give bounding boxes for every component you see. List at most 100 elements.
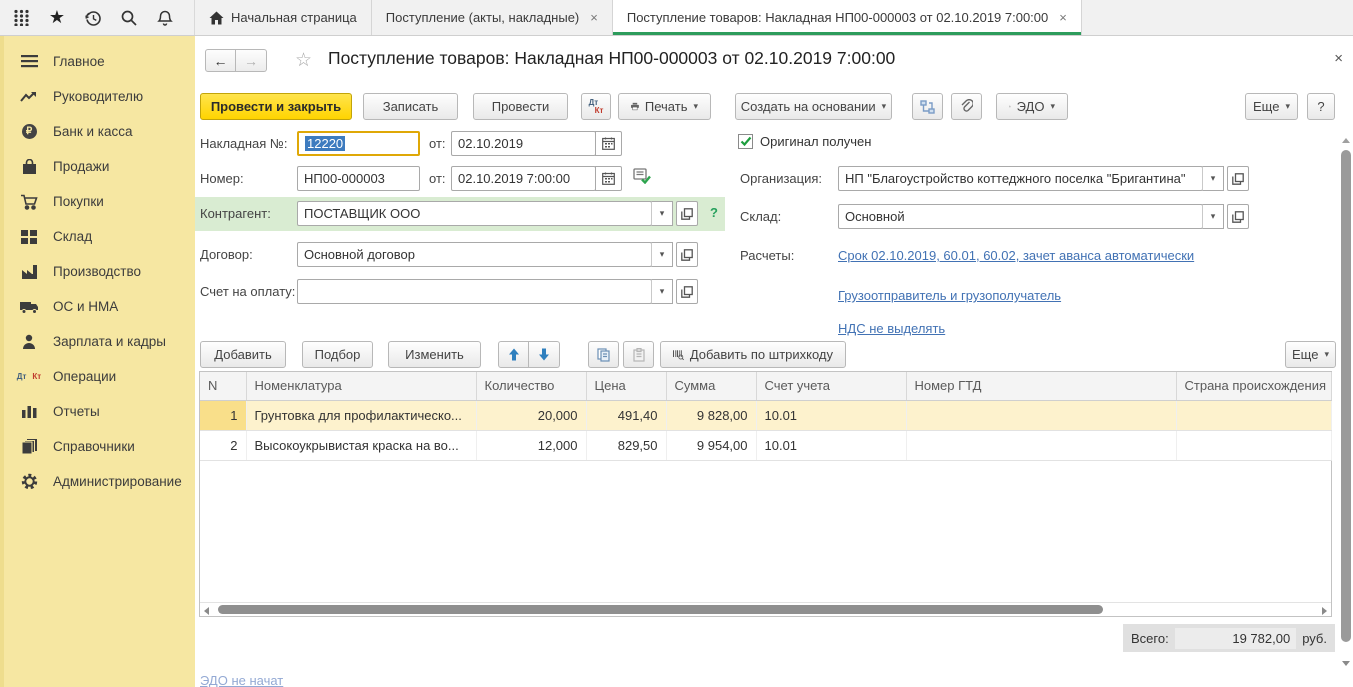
add-row-button[interactable]: Добавить bbox=[200, 341, 286, 368]
cell-account[interactable]: 10.01 bbox=[756, 400, 906, 430]
cell-n[interactable]: 1 bbox=[200, 400, 246, 430]
col-header-qty[interactable]: Количество bbox=[476, 372, 586, 400]
document-number-input[interactable]: НП00-000003 bbox=[297, 166, 420, 191]
organization-input[interactable]: НП "Благоустройство коттеджного поселка … bbox=[838, 166, 1203, 191]
sidebar-item-sales[interactable]: Продажи bbox=[4, 149, 195, 184]
cell-nomenclature[interactable]: Высокоукрывистая краска на во... bbox=[246, 430, 476, 460]
cell-qty[interactable]: 20,000 bbox=[476, 400, 586, 430]
vertical-scrollbar[interactable] bbox=[1339, 136, 1353, 666]
items-more-button[interactable]: Еще▾ bbox=[1285, 341, 1336, 368]
calendar-button[interactable] bbox=[595, 131, 622, 156]
notifications-bell-icon[interactable] bbox=[154, 7, 176, 29]
contractor-open-button[interactable] bbox=[676, 201, 698, 226]
sidebar-item-main[interactable]: Главное bbox=[4, 44, 195, 79]
post-button[interactable]: Провести bbox=[473, 93, 568, 120]
favorites-icon[interactable]: ★ bbox=[46, 7, 68, 29]
cell-gtd[interactable] bbox=[906, 400, 1176, 430]
dtkt-postings-button[interactable]: ДтКт bbox=[581, 93, 611, 120]
cell-nomenclature[interactable]: Грунтовка для профилактическо... bbox=[246, 400, 476, 430]
scroll-right-icon[interactable] bbox=[1322, 607, 1327, 615]
sidebar-item-reports[interactable]: Отчеты bbox=[4, 394, 195, 429]
sidebar-item-payroll-hr[interactable]: Зарплата и кадры bbox=[4, 324, 195, 359]
scroll-up-icon[interactable] bbox=[1342, 138, 1350, 143]
help-button[interactable]: ? bbox=[1307, 93, 1335, 120]
vat-link[interactable]: НДС не выделять bbox=[838, 321, 945, 336]
cell-price[interactable]: 491,40 bbox=[586, 400, 666, 430]
cell-sum[interactable]: 9 954,00 bbox=[666, 430, 756, 460]
table-row[interactable]: 1 Грунтовка для профилактическо... 20,00… bbox=[200, 400, 1331, 430]
horizontal-scroll-thumb[interactable] bbox=[218, 605, 1103, 614]
calendar-button[interactable] bbox=[595, 166, 622, 191]
col-header-sum[interactable]: Сумма bbox=[666, 372, 756, 400]
col-header-gtd[interactable]: Номер ГТД bbox=[906, 372, 1176, 400]
tab-goods-receipt-document[interactable]: Поступление товаров: Накладная НП00-0000… bbox=[613, 0, 1082, 35]
copy-rows-button[interactable] bbox=[588, 341, 619, 368]
original-received-checkbox[interactable]: Оригинал получен bbox=[738, 134, 871, 149]
cell-n[interactable]: 2 bbox=[200, 430, 246, 460]
forward-button[interactable]: → bbox=[236, 49, 267, 72]
paste-rows-button[interactable] bbox=[623, 341, 654, 368]
contract-open-button[interactable] bbox=[676, 242, 698, 267]
pick-button[interactable]: Подбор bbox=[302, 341, 373, 368]
cell-country[interactable] bbox=[1176, 430, 1331, 460]
scroll-left-icon[interactable] bbox=[204, 607, 209, 615]
col-header-n[interactable]: N bbox=[200, 372, 246, 400]
related-documents-button[interactable] bbox=[912, 93, 943, 120]
more-button[interactable]: Еще▾ bbox=[1245, 93, 1298, 120]
payment-invoice-input[interactable] bbox=[297, 279, 652, 304]
cell-account[interactable]: 10.01 bbox=[756, 430, 906, 460]
sidebar-item-purchases[interactable]: Покупки bbox=[4, 184, 195, 219]
sidebar-item-production[interactable]: Производство bbox=[4, 254, 195, 289]
sidebar-item-administration[interactable]: Администрирование bbox=[4, 464, 195, 499]
invoice-date-input[interactable]: 02.10.2019 bbox=[451, 131, 596, 156]
col-header-nomenclature[interactable]: Номенклатура bbox=[246, 372, 476, 400]
organization-open-button[interactable] bbox=[1227, 166, 1249, 191]
tab-receipts-list[interactable]: Поступление (акты, накладные) × bbox=[372, 0, 613, 35]
save-button[interactable]: Записать bbox=[363, 93, 458, 120]
favorite-star-icon[interactable]: ☆ bbox=[295, 49, 312, 72]
organization-dropdown-button[interactable]: ▾ bbox=[1202, 166, 1224, 191]
col-header-price[interactable]: Цена bbox=[586, 372, 666, 400]
sidebar-item-manager[interactable]: Руководителю bbox=[4, 79, 195, 114]
app-menu-icon[interactable] bbox=[10, 7, 32, 29]
invoice-number-input[interactable]: 12220 bbox=[297, 131, 420, 156]
edit-button[interactable]: Изменить bbox=[388, 341, 481, 368]
edo-status-link[interactable]: ЭДО не начат bbox=[200, 673, 283, 687]
document-datetime-input[interactable]: 02.10.2019 7:00:00 bbox=[451, 166, 596, 191]
move-up-button[interactable] bbox=[498, 341, 529, 368]
cell-qty[interactable]: 12,000 bbox=[476, 430, 586, 460]
sidebar-item-warehouse[interactable]: Склад bbox=[4, 219, 195, 254]
col-header-country[interactable]: Страна происхождения bbox=[1176, 372, 1331, 400]
contract-input[interactable]: Основной договор bbox=[297, 242, 652, 267]
contract-dropdown-button[interactable]: ▾ bbox=[651, 242, 673, 267]
close-icon[interactable]: × bbox=[1334, 50, 1343, 67]
horizontal-scrollbar[interactable] bbox=[200, 602, 1331, 616]
warehouse-input[interactable]: Основной bbox=[838, 204, 1203, 229]
contractor-dropdown-button[interactable]: ▾ bbox=[651, 201, 673, 226]
scroll-down-icon[interactable] bbox=[1342, 661, 1350, 666]
search-icon[interactable] bbox=[118, 7, 140, 29]
col-header-account[interactable]: Счет учета bbox=[756, 372, 906, 400]
post-and-close-button[interactable]: Провести и закрыть bbox=[200, 93, 352, 120]
add-by-barcode-button[interactable]: Добавить по штрихкоду bbox=[660, 341, 846, 368]
cell-country[interactable] bbox=[1176, 400, 1331, 430]
sidebar-item-bank-cash[interactable]: ₽ Банк и касса bbox=[4, 114, 195, 149]
cell-sum[interactable]: 9 828,00 bbox=[666, 400, 756, 430]
warehouse-open-button[interactable] bbox=[1227, 204, 1249, 229]
sidebar-item-operations[interactable]: ДтКт Операции bbox=[4, 359, 195, 394]
vertical-scroll-thumb[interactable] bbox=[1341, 150, 1351, 642]
tab-home[interactable]: Начальная страница bbox=[195, 0, 372, 35]
back-button[interactable]: ← bbox=[205, 49, 236, 72]
attachments-button[interactable] bbox=[951, 93, 982, 120]
sidebar-item-directories[interactable]: Справочники bbox=[4, 429, 195, 464]
history-icon[interactable] bbox=[82, 7, 104, 29]
sidebar-item-fixed-assets[interactable]: ОС и НМА bbox=[4, 289, 195, 324]
payment-invoice-open-button[interactable] bbox=[676, 279, 698, 304]
set-current-time-icon[interactable] bbox=[633, 168, 651, 184]
warehouse-dropdown-button[interactable]: ▾ bbox=[1202, 204, 1224, 229]
cell-gtd[interactable] bbox=[906, 430, 1176, 460]
create-based-on-button[interactable]: Создать на основании▾ bbox=[735, 93, 892, 120]
move-down-button[interactable] bbox=[529, 341, 560, 368]
edo-button[interactable]: ЭДО▾ bbox=[996, 93, 1068, 120]
consignor-consignee-link[interactable]: Грузоотправитель и грузополучатель bbox=[838, 288, 1061, 303]
